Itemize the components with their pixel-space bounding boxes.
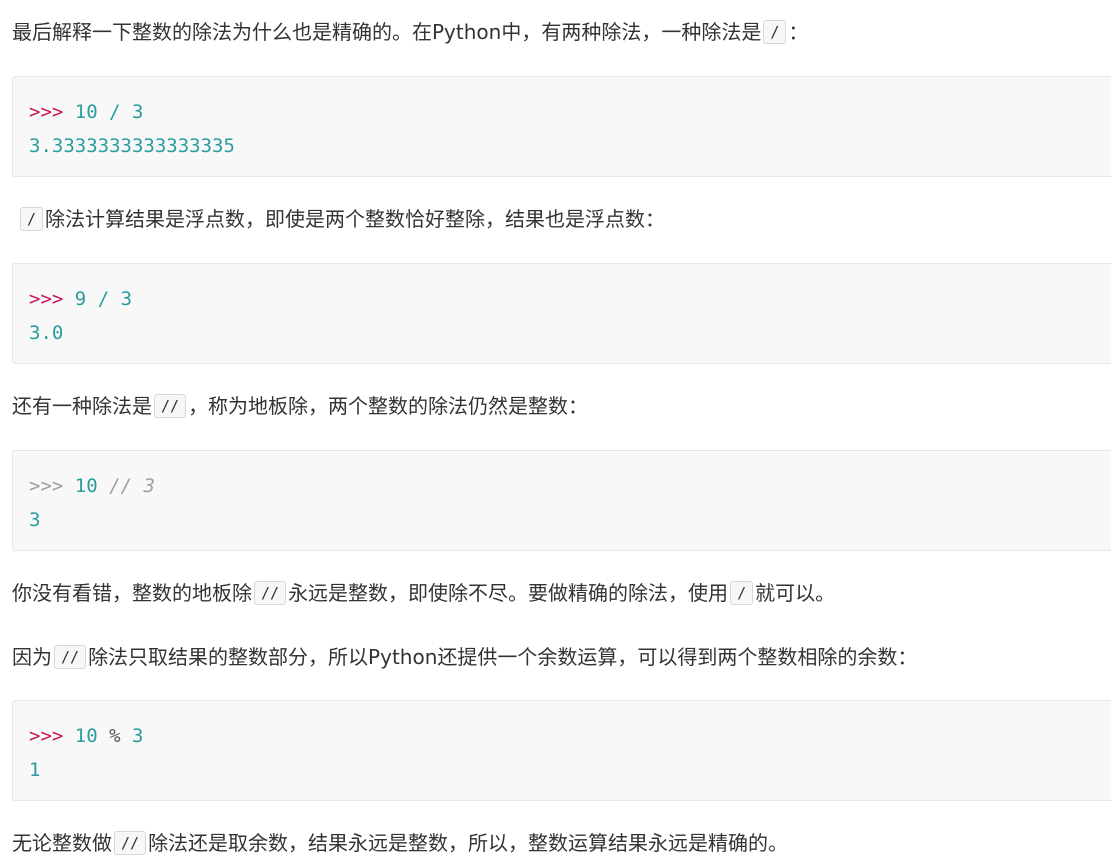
paragraph-text: 永远是整数，即使除不尽。要做精确的除法，使用 (288, 581, 729, 605)
inline-code-slash: / (730, 581, 754, 605)
repl-prompt: >>> (29, 101, 64, 123)
paragraph-text: 最后解释一下整数的除法为什么也是精确的。在Python中，有两种除法，一种除法是 (12, 20, 762, 44)
paragraph-floor-explanation: 你没有看错，整数的地板除//永远是整数，即使除不尽。要做精确的除法，使用 / 就可以… (12, 579, 1111, 607)
paragraph-text: 因为 (12, 645, 52, 669)
inline-code-slash: / (20, 207, 44, 231)
paragraph-conclusion: 无论整数做//除法还是取余数，结果永远是整数，所以，整数运算结果永远是精确的。 (12, 829, 1111, 857)
code-block-floor-division: >>> 10 // 3 3 (12, 450, 1111, 551)
code-number: 3 (132, 725, 144, 747)
code-number: 10 (74, 101, 98, 123)
code-block-modulo: >>> 10 % 3 1 (12, 700, 1111, 801)
repl-prompt: >>> (29, 725, 64, 747)
inline-code-double-slash: // (154, 394, 187, 418)
inline-code-double-slash: // (254, 581, 287, 605)
paragraph-division-intro: 最后解释一下整数的除法为什么也是精确的。在Python中，有两种除法，一种除法是… (12, 18, 1111, 46)
code-number: 10 (74, 475, 98, 497)
code-block-exact-division: >>> 9 / 3 3.0 (12, 263, 1111, 364)
paragraph-text: 无论整数做 (12, 831, 112, 855)
code-number: 3 (120, 288, 133, 310)
paragraph-punct: ： (788, 20, 809, 44)
paragraph-modulo-intro: 因为//除法只取结果的整数部分，所以Python还提供一个余数运算，可以得到两个… (12, 643, 1111, 671)
code-operator: / (97, 288, 110, 310)
paragraph-text: 除法计算结果是浮点数，即使是两个整数恰好整除，结果也是浮点数： (45, 207, 666, 231)
code-operator: / (109, 101, 121, 123)
code-output: 1 (29, 759, 41, 781)
code-number: 9 (74, 288, 87, 310)
code-block-float-division: >>> 10 / 3 3.3333333333333335 (12, 76, 1111, 177)
paragraph-text: 就可以。 (755, 581, 836, 605)
inline-code-double-slash: // (114, 831, 147, 855)
paragraph-text: 你没有看错，整数的地板除 (12, 581, 252, 605)
inline-code-double-slash: // (54, 645, 87, 669)
repl-prompt: >>> (29, 475, 64, 497)
inline-code-slash: / (763, 20, 787, 44)
paragraph-text: ，称为地板除，两个整数的除法仍然是整数： (188, 394, 589, 418)
paragraph-text: 除法还是取余数，结果永远是整数，所以，整数运算结果永远是精确的。 (148, 831, 789, 855)
paragraph-floor-division: 还有一种除法是//，称为地板除，两个整数的除法仍然是整数： (12, 392, 1111, 420)
code-comment: // 3 (109, 475, 155, 497)
repl-prompt: >>> (29, 288, 64, 310)
paragraph-text: 还有一种除法是 (12, 394, 152, 418)
paragraph-float-result: / 除法计算结果是浮点数，即使是两个整数恰好整除，结果也是浮点数： (18, 205, 1111, 233)
code-number: 10 (74, 725, 98, 747)
code-output: 3.3333333333333335 (29, 135, 235, 157)
paragraph-text: 除法只取结果的整数部分，所以Python还提供一个余数运算，可以得到两个整数相除… (88, 645, 918, 669)
code-output: 3 (29, 509, 41, 531)
code-number: 3 (132, 101, 144, 123)
code-output: 3.0 (29, 322, 64, 344)
code-operator: % (109, 725, 121, 747)
